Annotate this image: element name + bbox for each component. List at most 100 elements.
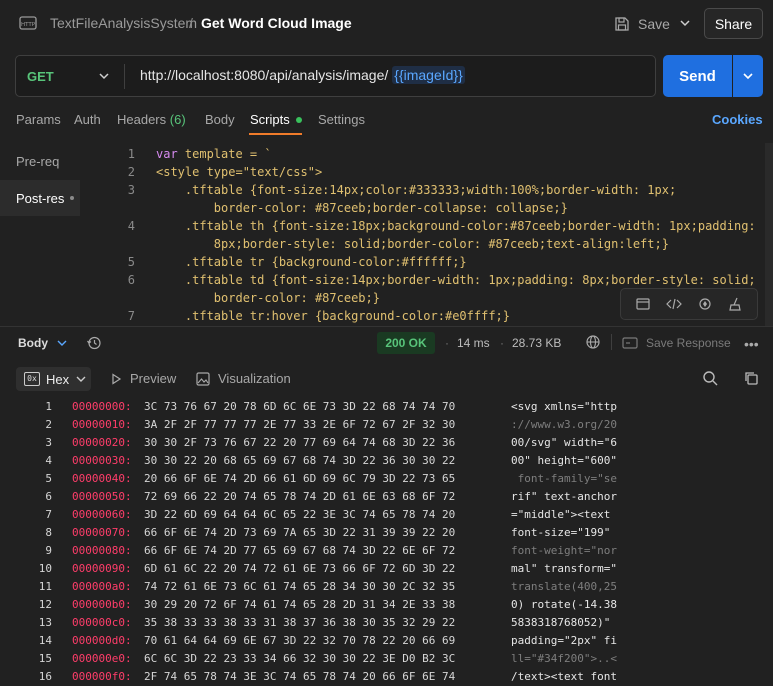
code-line: 6 .tftable td {font-size:14px;border-wid… bbox=[80, 271, 765, 289]
line-number: 6 bbox=[127, 273, 135, 287]
code-content: border-color: #87ceeb;border-collapse: c… bbox=[156, 201, 568, 215]
code-keyword: var bbox=[156, 147, 178, 161]
tab-auth[interactable]: Auth bbox=[74, 112, 101, 127]
tab-headers-label: Headers bbox=[117, 112, 167, 127]
response-size[interactable]: 28.73 KB bbox=[512, 336, 561, 350]
breadcrumb-collection[interactable]: TextFileAnalysisSystem bbox=[50, 15, 197, 31]
hex-row: 10 00000090: 6D 61 6C 22 20 74 72 61 6E 73… bbox=[0, 558, 773, 576]
hex-bytes: 74 72 61 6E 73 6C 61 74 65 28 34 30 30 2… bbox=[144, 580, 456, 593]
tab-params[interactable]: Params bbox=[16, 112, 61, 127]
chevron-down-icon[interactable] bbox=[677, 15, 693, 31]
code-line: 4 .tftable th {font-size:18px;background… bbox=[80, 217, 765, 235]
hex-bytes: 3C 73 76 67 20 78 6D 6C 6E 73 3D 22 68 7… bbox=[144, 400, 456, 413]
history-icon[interactable] bbox=[86, 335, 102, 351]
hex-line-number: 11 bbox=[38, 580, 52, 593]
hex-row: 6 00000050: 72 69 66 22 20 74 65 78 74 2D … bbox=[0, 486, 773, 504]
hex-bytes: 6C 6C 3D 22 23 33 34 66 32 30 30 22 3E D… bbox=[144, 652, 456, 665]
hex-address: 000000a0: bbox=[72, 580, 132, 593]
hex-address: 000000d0: bbox=[72, 634, 132, 647]
hex-ascii: ="middle"><text bbox=[511, 508, 611, 521]
code-content: template = ` bbox=[177, 147, 272, 161]
hex-address: 00000050: bbox=[72, 490, 132, 503]
post-response-indicator bbox=[70, 196, 75, 200]
code-text: .tftable {font-size:14px;color:#333333;w… bbox=[156, 183, 676, 197]
hex-ascii: ://www.w3.org/20 bbox=[511, 418, 617, 431]
hex-bytes: 6D 61 6C 22 20 74 72 61 6E 73 66 6F 72 6… bbox=[144, 562, 456, 575]
hex-bytes: 66 6F 6E 74 2D 77 65 69 67 68 74 3D 22 6… bbox=[144, 544, 456, 557]
headers-count: (6) bbox=[169, 112, 186, 127]
hex-viewer[interactable]: 1 00000000: 3C 73 76 67 20 78 6D 6C 6E 73 … bbox=[0, 396, 773, 686]
ai-icon[interactable] bbox=[697, 296, 713, 312]
hex-address: 00000040: bbox=[72, 472, 132, 485]
preview-label: Preview bbox=[130, 371, 177, 386]
hex-row: 1 00000000: 3C 73 76 67 20 78 6D 6C 6E 73 … bbox=[0, 396, 773, 414]
hex-address: 000000e0: bbox=[72, 652, 132, 665]
hex-row: 13 000000c0: 35 38 33 33 38 33 31 38 37 36… bbox=[0, 612, 773, 630]
code-content: .tftable th {font-size:18px;background-c… bbox=[156, 219, 756, 233]
hex-line-number: 5 bbox=[45, 472, 52, 485]
tab-headers[interactable]: Headers (6) bbox=[117, 112, 186, 127]
hex-ascii: 00" height="600" bbox=[511, 454, 617, 467]
visualization-tab[interactable]: Visualization bbox=[196, 371, 291, 386]
send-button[interactable]: Send bbox=[663, 55, 732, 97]
hex-line-number: 1 bbox=[45, 400, 52, 413]
post-response-tab[interactable]: Post-res bbox=[0, 180, 80, 216]
code-icon[interactable] bbox=[665, 296, 682, 312]
chevron-down-icon[interactable] bbox=[56, 337, 68, 349]
url-divider bbox=[124, 64, 125, 89]
response-body-label[interactable]: Body bbox=[18, 336, 48, 350]
copy-icon[interactable] bbox=[743, 370, 759, 386]
code-text: .tftable tr {background-color:#ffffff;} bbox=[156, 255, 467, 269]
chevron-down-icon[interactable] bbox=[97, 69, 111, 83]
globe-icon[interactable] bbox=[585, 334, 601, 350]
editor-scrollbar[interactable] bbox=[765, 143, 773, 326]
format-select[interactable]: 0x Hex bbox=[16, 367, 91, 391]
save-button[interactable]: Save bbox=[614, 12, 670, 36]
hex-address: 00000000: bbox=[72, 400, 132, 413]
code-content: 8px;border-style: solid;border-color: #8… bbox=[156, 237, 669, 251]
tab-settings[interactable]: Settings bbox=[318, 112, 365, 127]
status-badge[interactable]: 200 OK bbox=[377, 332, 435, 354]
svg-text:HTTP: HTTP bbox=[21, 22, 36, 28]
code-text: .tftable td {font-size:14px;border-width… bbox=[156, 273, 756, 287]
code-text: border-color: #87ceeb;border-collapse: c… bbox=[156, 201, 568, 215]
pre-request-tab[interactable]: Pre-req bbox=[0, 143, 80, 179]
code-text: .tftable tr:hover {background-color:#e0f… bbox=[156, 309, 510, 323]
preview-tab[interactable]: Preview bbox=[110, 371, 176, 386]
tab-body[interactable]: Body bbox=[205, 112, 235, 127]
hex-bytes: 3D 22 6D 69 64 64 6C 65 22 3E 3C 74 65 7… bbox=[144, 508, 456, 521]
code-content: .tftable tr:hover {background-color:#e0f… bbox=[156, 309, 511, 323]
save-label: Save bbox=[638, 16, 670, 32]
hex-line-number: 15 bbox=[38, 652, 52, 665]
panel-divider[interactable] bbox=[0, 326, 773, 327]
chevron-down-icon bbox=[743, 73, 753, 80]
hex-bytes: 30 29 20 72 6F 74 61 74 65 28 2D 31 34 2… bbox=[144, 598, 456, 611]
url-variable[interactable]: {{imageId}} bbox=[392, 66, 465, 84]
hex-ascii: rif" text-anchor bbox=[511, 490, 617, 503]
url-input[interactable]: http://localhost:8080/api/analysis/image… bbox=[140, 66, 465, 84]
save-response-button[interactable]: Save Response bbox=[622, 336, 731, 350]
send-options-button[interactable] bbox=[733, 55, 763, 97]
code-content: .tftable tr {background-color:#ffffff;} bbox=[156, 255, 467, 269]
more-options-icon[interactable]: ••• bbox=[744, 336, 759, 352]
share-button[interactable]: Share bbox=[704, 8, 763, 39]
search-icon[interactable] bbox=[702, 370, 718, 386]
hex-bytes: 2F 74 65 78 74 3E 3C 74 65 78 74 20 66 6… bbox=[144, 670, 456, 683]
hex-address: 00000090: bbox=[72, 562, 132, 575]
hex-row: 2 00000010: 3A 2F 2F 77 77 77 2E 77 33 2E … bbox=[0, 414, 773, 432]
tab-scripts[interactable]: Scripts bbox=[250, 112, 302, 127]
cookies-link[interactable]: Cookies bbox=[712, 112, 763, 127]
hex-ascii: 0) rotate(-14.38 bbox=[511, 598, 617, 611]
hex-bytes: 30 30 22 20 68 65 69 67 68 74 3D 22 36 3… bbox=[144, 454, 456, 467]
snippets-icon[interactable] bbox=[635, 296, 651, 312]
code-line: 1 var template = ` bbox=[80, 145, 765, 163]
hex-row: 7 00000060: 3D 22 6D 69 64 64 6C 65 22 3E … bbox=[0, 504, 773, 522]
code-text: <style type="text/css"> bbox=[156, 165, 322, 179]
method-select[interactable]: GET bbox=[27, 69, 54, 84]
hex-ascii: padding="2px" fi bbox=[511, 634, 617, 647]
response-time[interactable]: 14 ms bbox=[457, 336, 490, 350]
breadcrumb-separator: / bbox=[189, 15, 193, 31]
clean-icon[interactable] bbox=[728, 296, 744, 312]
code-line: 8px;border-style: solid;border-color: #8… bbox=[80, 235, 765, 253]
page-title[interactable]: Get Word Cloud Image bbox=[201, 15, 352, 31]
